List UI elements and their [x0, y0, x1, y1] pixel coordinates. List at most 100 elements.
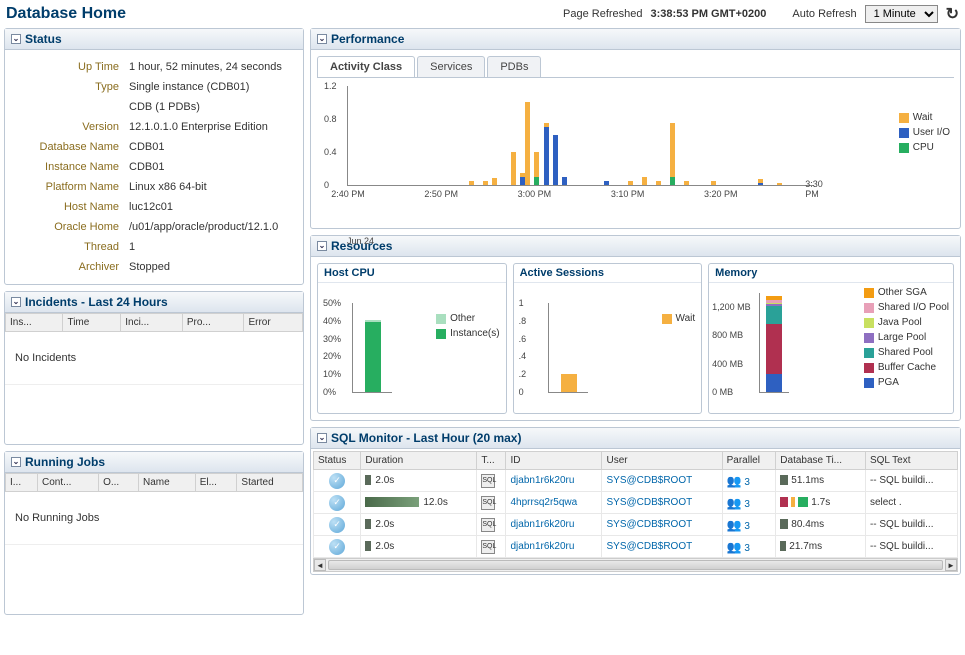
collapse-icon[interactable]: ⌄	[11, 457, 21, 467]
column-header[interactable]: El...	[195, 474, 237, 492]
column-header[interactable]: Pro...	[182, 314, 244, 332]
user-link[interactable]: SYS@CDB$ROOT	[606, 497, 692, 508]
scroll-right-arrow[interactable]: ►	[945, 559, 957, 571]
column-header[interactable]: T...	[477, 452, 506, 470]
active-sessions-title: Active Sessions	[514, 264, 702, 283]
tab-services[interactable]: Services	[417, 56, 485, 77]
user-link[interactable]: SYS@CDB$ROOT	[606, 519, 692, 530]
legend-item: Large Pool	[864, 332, 949, 343]
parallel-icon: 👥	[727, 518, 742, 532]
horizontal-scrollbar[interactable]: ◄ ►	[313, 558, 958, 572]
parallel-count[interactable]: 3	[744, 543, 750, 554]
legend-item: Shared Pool	[864, 347, 949, 358]
table-row[interactable]: ✓ 2.0s SQL djabn1r6k20ru SYS@CDB$ROOT 👥 …	[314, 536, 958, 558]
column-header[interactable]: Cont...	[37, 474, 98, 492]
tab-activity-class[interactable]: Activity Class	[317, 56, 415, 77]
collapse-icon[interactable]: ⌄	[317, 433, 327, 443]
sql-id-link[interactable]: djabn1r6k20ru	[510, 475, 574, 486]
legend-item: Wait	[662, 313, 696, 324]
bar-stack	[492, 178, 497, 185]
status-label: Type	[13, 78, 123, 96]
parallel-count[interactable]: 3	[744, 499, 750, 510]
collapse-icon[interactable]: ⌄	[11, 34, 21, 44]
user-link[interactable]: SYS@CDB$ROOT	[606, 475, 692, 486]
auto-refresh-select[interactable]: 1 Minute	[865, 5, 938, 23]
scroll-left-arrow[interactable]: ◄	[314, 559, 326, 571]
check-icon: ✓	[329, 473, 345, 489]
tab-pdbs[interactable]: PDBs	[487, 56, 541, 77]
duration-bar	[365, 475, 371, 485]
bar-stack	[483, 181, 488, 185]
status-value: CDB01	[125, 158, 295, 176]
sql-id-link[interactable]: djabn1r6k20ru	[510, 519, 574, 530]
column-header[interactable]: O...	[99, 474, 139, 492]
memory-title: Memory	[709, 264, 953, 283]
status-label: Archiver	[13, 258, 123, 276]
bar-stack	[670, 123, 675, 185]
collapse-icon[interactable]: ⌄	[317, 241, 327, 251]
table-row[interactable]: ✓ 2.0s SQL djabn1r6k20ru SYS@CDB$ROOT 👥 …	[314, 514, 958, 536]
collapse-icon[interactable]: ⌄	[317, 34, 327, 44]
sql-id-link[interactable]: 4hprrsq2r5qwa	[510, 497, 577, 508]
refresh-icon[interactable]: ↻	[946, 4, 959, 24]
column-header[interactable]: Name	[139, 474, 196, 492]
parallel-count[interactable]: 3	[744, 521, 750, 532]
bar-stack	[628, 181, 633, 185]
column-header[interactable]: SQL Text	[865, 452, 957, 470]
sql-type-icon: SQL	[481, 496, 495, 510]
active-sessions-box: Active Sessions 0.2.4.6.81Wait	[513, 263, 703, 414]
jobs-title: Running Jobs	[25, 455, 105, 469]
sql-monitor-title: SQL Monitor - Last Hour (20 max)	[331, 431, 521, 445]
parallel-count[interactable]: 3	[744, 477, 750, 488]
table-row[interactable]: ✓ 12.0s SQL 4hprrsq2r5qwa SYS@CDB$ROOT 👥…	[314, 492, 958, 514]
bar-stack	[604, 181, 609, 185]
table-row[interactable]: ✓ 2.0s SQL djabn1r6k20ru SYS@CDB$ROOT 👥 …	[314, 470, 958, 492]
status-value: Linux x86 64-bit	[125, 178, 295, 196]
column-header[interactable]: Duration	[361, 452, 477, 470]
sql-text: -- SQL buildi...	[865, 514, 957, 536]
sql-text: select .	[865, 492, 957, 514]
x-tick: 3:20 PM	[704, 189, 738, 199]
legend-item: User I/O	[899, 127, 950, 138]
duration-value: 2.0s	[375, 519, 394, 530]
page-title: Database Home	[6, 5, 126, 23]
refreshed-label: Page Refreshed	[563, 8, 643, 20]
check-icon: ✓	[329, 539, 345, 555]
bar-stack	[684, 181, 689, 185]
status-value: 1	[125, 238, 295, 256]
status-label: Database Name	[13, 138, 123, 156]
collapse-icon[interactable]: ⌄	[11, 297, 21, 307]
status-label: Version	[13, 118, 123, 136]
duration-bar	[365, 519, 371, 529]
sql-text: -- SQL buildi...	[865, 470, 957, 492]
sql-id-link[interactable]: djabn1r6k20ru	[510, 541, 574, 552]
resources-panel: ⌄ Resources Host CPU 0%10%20%30%40%50%Ot…	[310, 235, 961, 421]
column-header[interactable]: Parallel	[722, 452, 776, 470]
column-header[interactable]: ID	[506, 452, 602, 470]
status-value: /u01/app/oracle/product/12.1.0	[125, 218, 295, 236]
column-header[interactable]: I...	[6, 474, 38, 492]
column-header[interactable]: Database Ti...	[776, 452, 866, 470]
status-value: Stopped	[125, 258, 295, 276]
scroll-thumb[interactable]	[328, 560, 943, 570]
column-header[interactable]: Started	[237, 474, 303, 492]
column-header[interactable]: Inci...	[121, 314, 183, 332]
column-header[interactable]: Ins...	[6, 314, 63, 332]
column-header[interactable]: Status	[314, 452, 361, 470]
bar-stack	[553, 135, 558, 185]
status-value: 12.1.0.1.0 Enterprise Edition	[125, 118, 295, 136]
column-header[interactable]: Time	[63, 314, 121, 332]
incidents-empty: No Incidents	[5, 332, 303, 384]
sql-monitor-panel: ⌄ SQL Monitor - Last Hour (20 max) Statu…	[310, 427, 961, 575]
legend-item: PGA	[864, 377, 949, 388]
db-time-value: 51.1ms	[791, 475, 824, 486]
column-header[interactable]: User	[602, 452, 722, 470]
parallel-icon: 👥	[727, 474, 742, 488]
duration-value: 2.0s	[375, 541, 394, 552]
bar-stack	[642, 177, 647, 185]
jobs-empty: No Running Jobs	[5, 492, 303, 544]
bar-stack	[777, 183, 782, 186]
column-header[interactable]: Error	[244, 314, 303, 332]
legend-item: Shared I/O Pool	[864, 302, 949, 313]
user-link[interactable]: SYS@CDB$ROOT	[606, 541, 692, 552]
